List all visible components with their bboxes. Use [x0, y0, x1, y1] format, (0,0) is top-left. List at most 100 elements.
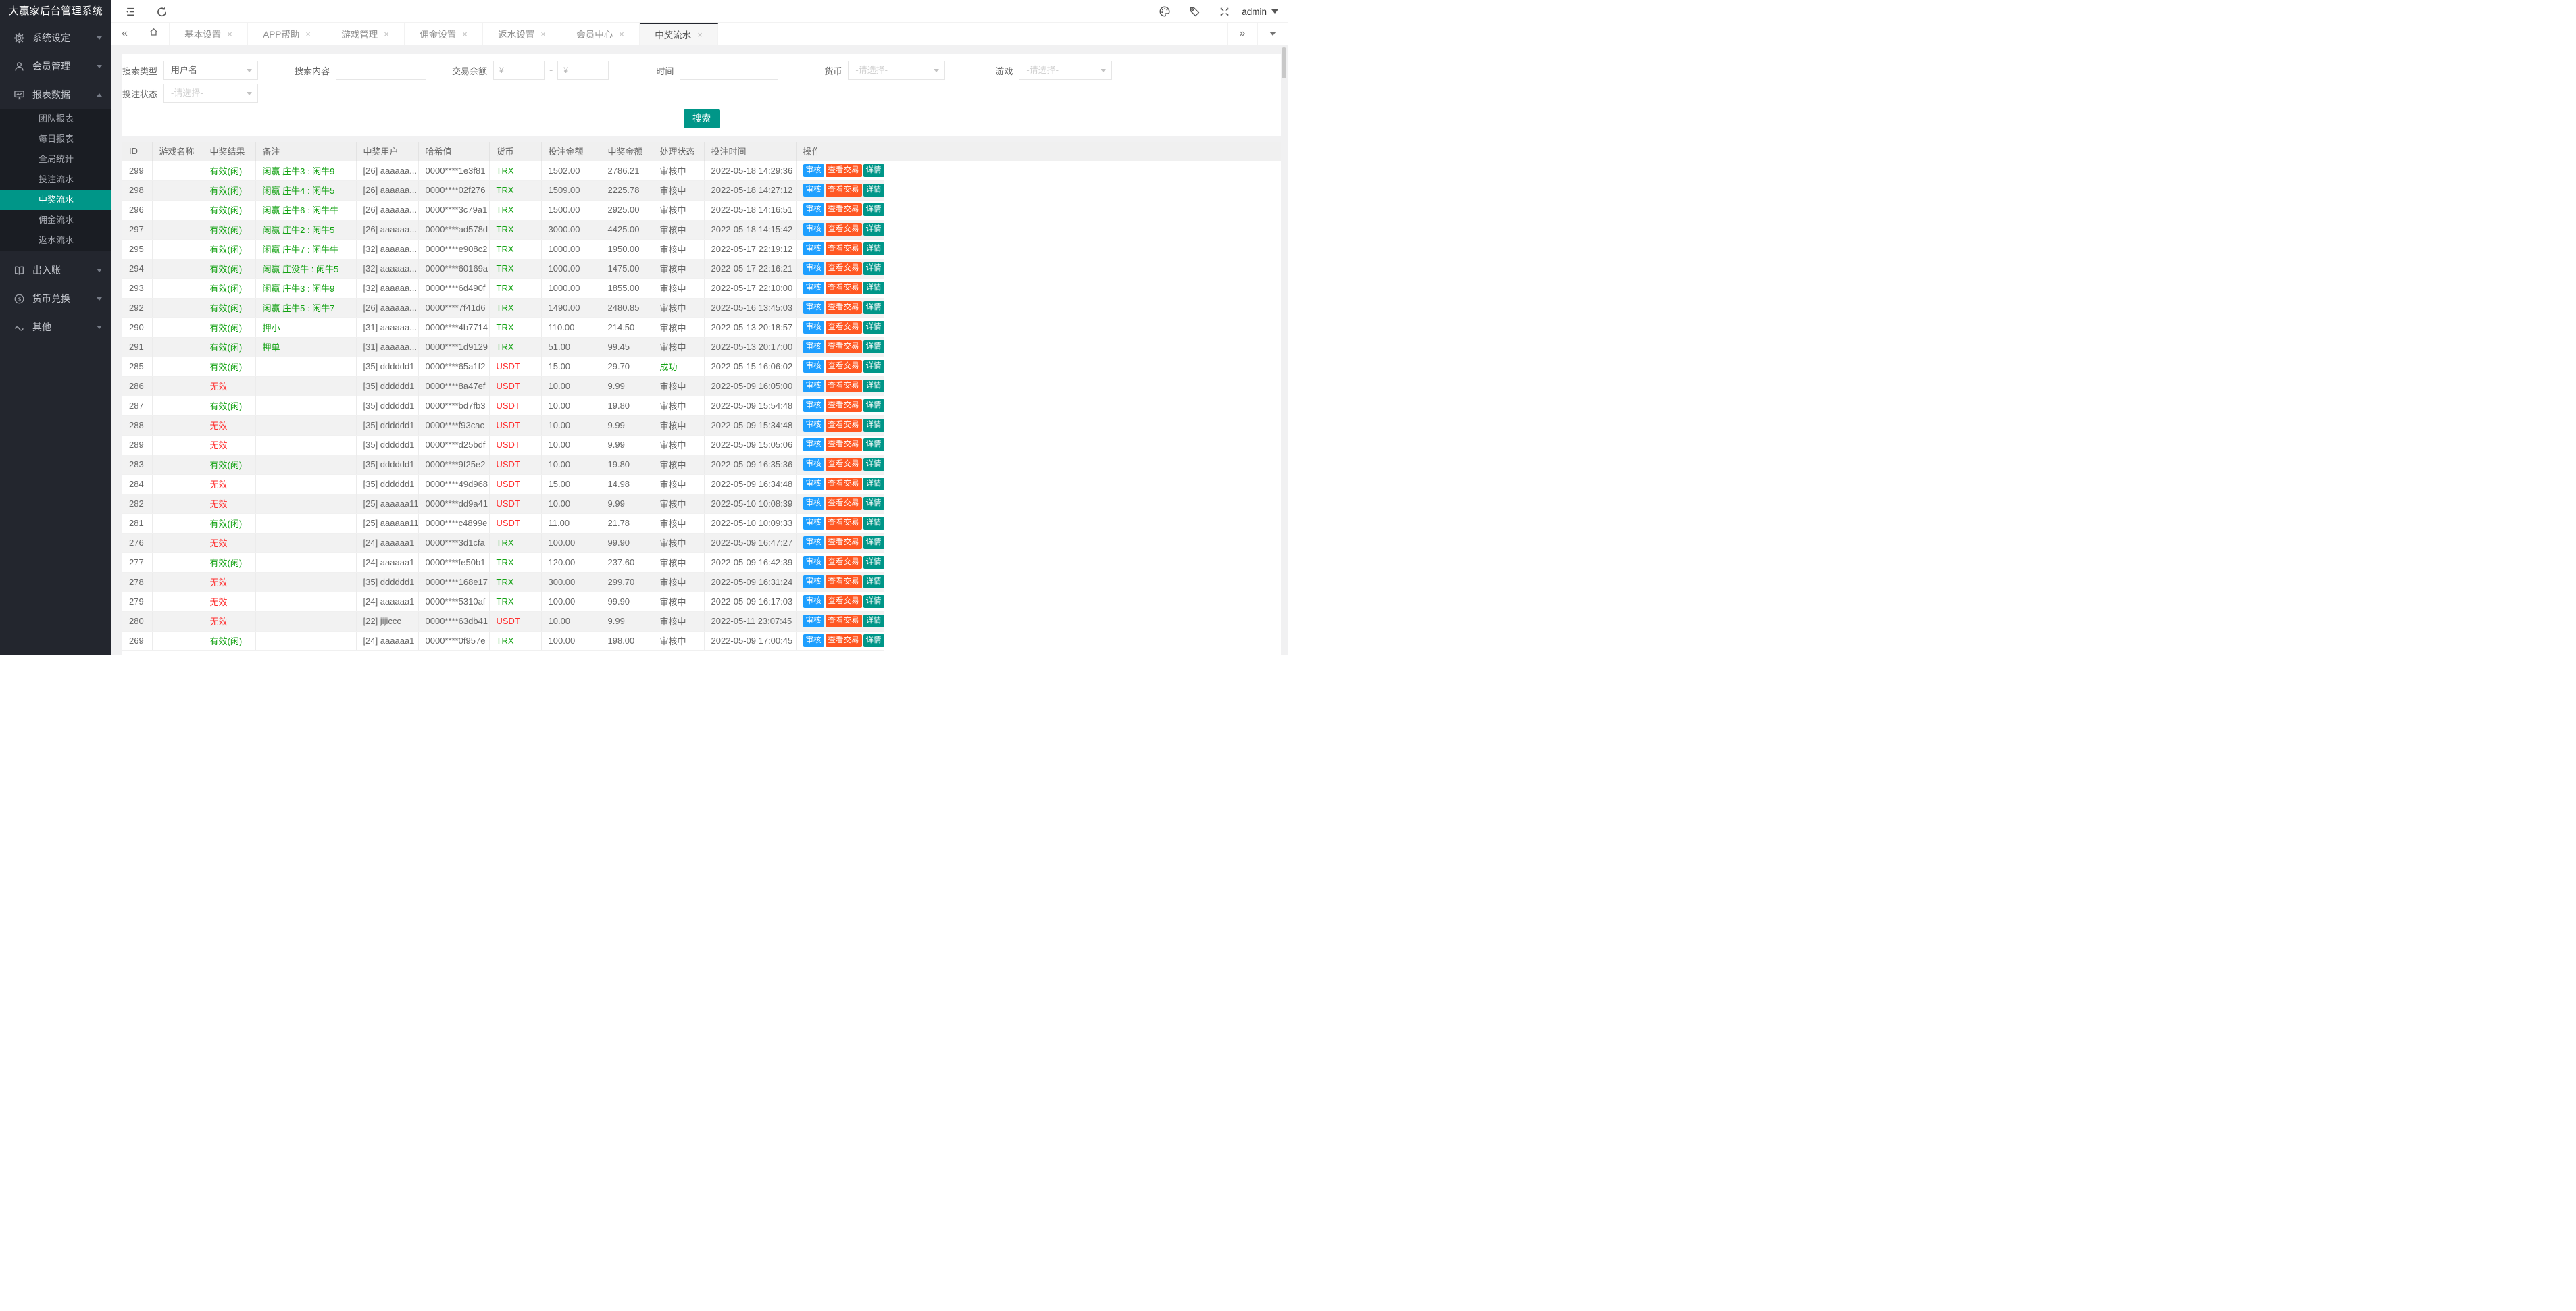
details-button[interactable]: 详情	[863, 399, 884, 412]
details-button[interactable]: 详情	[863, 536, 884, 549]
sidebar-subitem-rebate-flow[interactable]: 返水流水	[0, 230, 111, 251]
sidebar-item-system-settings[interactable]: 系统设定	[0, 24, 111, 52]
view-transaction-button[interactable]: 查看交易	[826, 203, 862, 216]
view-transaction-button[interactable]: 查看交易	[826, 262, 862, 275]
tab-basic-settings[interactable]: 基本设置×	[170, 23, 248, 45]
review-button[interactable]: 审核	[803, 556, 824, 569]
details-button[interactable]: 详情	[863, 615, 884, 627]
tab-app-help[interactable]: APP帮助×	[248, 23, 326, 45]
view-transaction-button[interactable]: 查看交易	[826, 223, 862, 236]
tab-member-center[interactable]: 会员中心×	[561, 23, 640, 45]
refresh-icon[interactable]	[150, 0, 173, 23]
view-transaction-button[interactable]: 查看交易	[826, 458, 862, 471]
tab-close-icon[interactable]: ×	[384, 29, 389, 39]
details-button[interactable]: 详情	[863, 340, 884, 353]
view-transaction-button[interactable]: 查看交易	[826, 380, 862, 392]
view-transaction-button[interactable]: 查看交易	[826, 340, 862, 353]
tabs-scroll-left-button[interactable]: «	[111, 23, 138, 45]
details-button[interactable]: 详情	[863, 301, 884, 314]
review-button[interactable]: 审核	[803, 438, 824, 451]
view-transaction-button[interactable]: 查看交易	[826, 321, 862, 334]
details-button[interactable]: 详情	[863, 242, 884, 255]
tabs-scroll-right-button[interactable]: »	[1227, 23, 1257, 45]
balance-min-input[interactable]: ¥	[493, 61, 545, 80]
review-button[interactable]: 审核	[803, 458, 824, 471]
view-transaction-button[interactable]: 查看交易	[826, 360, 862, 373]
sidebar-subitem-global-stats[interactable]: 全局统计	[0, 149, 111, 170]
view-transaction-button[interactable]: 查看交易	[826, 164, 862, 177]
search-content-input[interactable]	[336, 61, 426, 80]
sidebar-subitem-commission-flow[interactable]: 佣金流水	[0, 210, 111, 230]
tab-win-flow[interactable]: 中奖流水×	[640, 23, 718, 45]
details-button[interactable]: 详情	[863, 497, 884, 510]
palette-icon[interactable]	[1153, 0, 1176, 23]
view-transaction-button[interactable]: 查看交易	[826, 242, 862, 255]
details-button[interactable]: 详情	[863, 517, 884, 530]
tag-icon[interactable]	[1183, 0, 1206, 23]
balance-min-field[interactable]	[505, 62, 544, 78]
bet-status-select[interactable]: -请选择-	[163, 84, 258, 103]
review-button[interactable]: 审核	[803, 399, 824, 412]
review-button[interactable]: 审核	[803, 223, 824, 236]
view-transaction-button[interactable]: 查看交易	[826, 301, 862, 314]
review-button[interactable]: 审核	[803, 634, 824, 647]
view-transaction-button[interactable]: 查看交易	[826, 282, 862, 294]
sidebar-subitem-win-flow[interactable]: 中奖流水	[0, 190, 111, 210]
review-button[interactable]: 审核	[803, 615, 824, 627]
review-button[interactable]: 审核	[803, 164, 824, 177]
sidebar-item-report-data[interactable]: 报表数据	[0, 80, 111, 109]
tab-game-management[interactable]: 游戏管理×	[326, 23, 405, 45]
currency-select[interactable]: -请选择-	[848, 61, 945, 80]
review-button[interactable]: 审核	[803, 321, 824, 334]
review-button[interactable]: 审核	[803, 340, 824, 353]
review-button[interactable]: 审核	[803, 595, 824, 608]
tab-close-icon[interactable]: ×	[227, 29, 232, 39]
balance-max-field[interactable]	[570, 62, 608, 78]
tab-rebate-settings[interactable]: 返水设置×	[483, 23, 561, 45]
sidebar-item-currency-exchange[interactable]: $货币兑换	[0, 284, 111, 313]
view-transaction-button[interactable]: 查看交易	[826, 575, 862, 588]
details-button[interactable]: 详情	[863, 223, 884, 236]
review-button[interactable]: 审核	[803, 301, 824, 314]
tab-close-icon[interactable]: ×	[697, 30, 703, 40]
review-button[interactable]: 审核	[803, 242, 824, 255]
sidebar-subitem-bet-flow[interactable]: 投注流水	[0, 170, 111, 190]
tab-commission-settings[interactable]: 佣金设置×	[405, 23, 483, 45]
review-button[interactable]: 审核	[803, 478, 824, 490]
details-button[interactable]: 详情	[863, 478, 884, 490]
review-button[interactable]: 审核	[803, 380, 824, 392]
view-transaction-button[interactable]: 查看交易	[826, 419, 862, 432]
view-transaction-button[interactable]: 查看交易	[826, 615, 862, 627]
tab-home[interactable]	[138, 23, 170, 45]
details-button[interactable]: 详情	[863, 282, 884, 294]
review-button[interactable]: 审核	[803, 517, 824, 530]
tab-close-icon[interactable]: ×	[619, 29, 624, 39]
sidebar-subitem-daily-report[interactable]: 每日报表	[0, 129, 111, 149]
view-transaction-button[interactable]: 查看交易	[826, 497, 862, 510]
details-button[interactable]: 详情	[863, 321, 884, 334]
vertical-scrollbar[interactable]	[1282, 47, 1286, 78]
view-transaction-button[interactable]: 查看交易	[826, 634, 862, 647]
balance-max-input[interactable]: ¥	[557, 61, 609, 80]
details-button[interactable]: 详情	[863, 595, 884, 608]
view-transaction-button[interactable]: 查看交易	[826, 184, 862, 197]
time-input[interactable]	[680, 61, 778, 80]
tabs-menu-button[interactable]	[1257, 23, 1288, 45]
review-button[interactable]: 审核	[803, 262, 824, 275]
review-button[interactable]: 审核	[803, 536, 824, 549]
sidebar-item-accounts[interactable]: 出入账	[0, 256, 111, 284]
tab-close-icon[interactable]: ×	[305, 29, 311, 39]
details-button[interactable]: 详情	[863, 438, 884, 451]
details-button[interactable]: 详情	[863, 262, 884, 275]
details-button[interactable]: 详情	[863, 458, 884, 471]
details-button[interactable]: 详情	[863, 575, 884, 588]
details-button[interactable]: 详情	[863, 360, 884, 373]
review-button[interactable]: 审核	[803, 360, 824, 373]
view-transaction-button[interactable]: 查看交易	[826, 399, 862, 412]
details-button[interactable]: 详情	[863, 419, 884, 432]
view-transaction-button[interactable]: 查看交易	[826, 536, 862, 549]
details-button[interactable]: 详情	[863, 556, 884, 569]
collapse-menu-icon[interactable]	[119, 0, 142, 23]
sidebar-subitem-team-report[interactable]: 团队报表	[0, 109, 111, 129]
view-transaction-button[interactable]: 查看交易	[826, 478, 862, 490]
